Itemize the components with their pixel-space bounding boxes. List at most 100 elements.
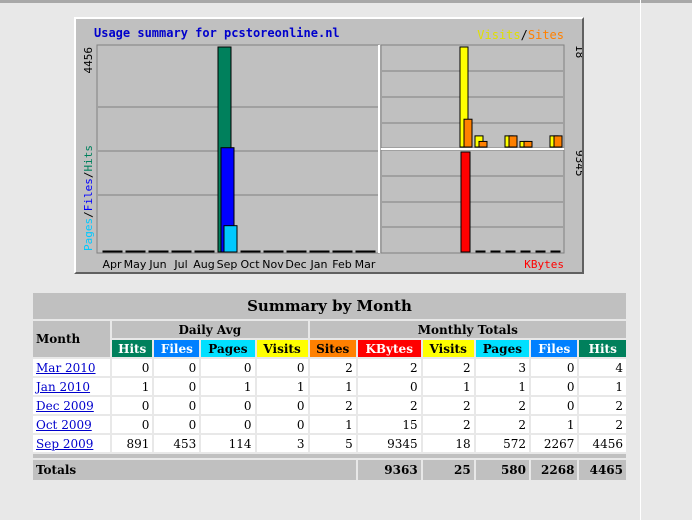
sites-bar <box>463 118 473 148</box>
table-row: Dec 2009 0 0 0 0 2 2 2 2 0 2 <box>30 395 628 416</box>
files-cell: 2267 <box>528 433 580 454</box>
sites-bar <box>508 135 518 148</box>
left-axis-files: Files <box>82 178 95 211</box>
legend-kbytes: KBytes <box>524 258 564 271</box>
legend-sites: Sites <box>528 28 564 42</box>
summary-title: Summary by Month <box>31 291 628 321</box>
hits-cell: 1 <box>577 376 628 397</box>
daily-files-header: Files <box>152 338 202 359</box>
sites-cell: 2 <box>307 357 358 378</box>
monthly-files-header: Files <box>528 338 580 359</box>
table-row: Mar 2010 0 0 0 0 2 2 2 3 0 4 <box>30 357 628 378</box>
sites-cell: 1 <box>307 414 358 435</box>
month-header: Month <box>30 319 113 359</box>
kbytes-cell: 0 <box>355 376 423 397</box>
kbytes-bar <box>535 250 546 253</box>
usage-graph-svg: Apr May Jun Jul Aug Sep Oct Nov Dec Jan Feb Mar Usa… <box>82 26 582 271</box>
daily-visits-cell: 1 <box>254 376 310 397</box>
left-axis-title: Pages/Files/Hits <box>82 145 95 251</box>
daily-pages-cell: 0 <box>199 414 257 435</box>
pages-cell: 3 <box>473 357 532 378</box>
main-panel <box>96 44 380 254</box>
pages-bar <box>154 250 169 253</box>
x-tick-label: May <box>124 258 147 271</box>
totals-label: Totals <box>31 458 358 482</box>
table-row: Sep 2009 891 453 114 3 5 9345 18 572 226… <box>30 433 628 454</box>
kbytes-bar <box>475 250 486 253</box>
hits-cell: 4 <box>577 357 628 378</box>
daily-hits-cell: 1 <box>110 376 155 397</box>
monthly-kbytes-header: KBytes <box>355 338 423 359</box>
month-link[interactable]: Sep 2009 <box>36 437 93 451</box>
kbytes-bar <box>550 250 561 253</box>
month-cell: Jan 2010 <box>30 376 113 397</box>
daily-hits-cell: 0 <box>110 414 155 435</box>
daily-files-cell: 0 <box>152 376 202 397</box>
monthly-sites-header: Sites <box>307 338 358 359</box>
pages-bar <box>246 250 261 253</box>
hits-cell: 2 <box>577 414 628 435</box>
monthly-visits-header: Visits <box>420 338 476 359</box>
visits-cell: 18 <box>420 433 476 454</box>
files-cell: 0 <box>528 357 580 378</box>
pages-bar <box>292 250 307 253</box>
legend-separator: / <box>521 28 528 42</box>
month-link[interactable]: Mar 2010 <box>36 361 96 375</box>
hits-cell: 2 <box>577 395 628 416</box>
monthly-hits-header: Hits <box>577 338 628 359</box>
month-cell: Sep 2009 <box>30 433 113 454</box>
page-edge <box>640 0 641 520</box>
x-tick-label: Jan <box>310 258 328 271</box>
daily-hits-cell: 0 <box>110 357 155 378</box>
right-bottom-axis-max: 9345 <box>573 150 582 177</box>
daily-hits-cell: 891 <box>110 433 155 454</box>
totals-hits: 4465 <box>577 458 628 482</box>
pages-bar <box>108 250 123 253</box>
files-cell: 1 <box>528 414 580 435</box>
daily-visits-cell: 0 <box>254 357 310 378</box>
kbytes-cell: 9345 <box>355 433 423 454</box>
visits-cell: 2 <box>420 395 476 416</box>
left-axis-sep2: / <box>82 172 95 179</box>
table-row: Jan 2010 1 0 1 1 1 0 1 1 0 1 <box>30 376 628 397</box>
kbytes-bar <box>505 250 516 253</box>
pages-cell: 1 <box>473 376 532 397</box>
x-tick-label: Feb <box>332 258 351 271</box>
visits-cell: 1 <box>420 376 476 397</box>
left-axis-sep1: / <box>82 211 95 218</box>
pages-bar <box>200 250 215 253</box>
pages-cell: 2 <box>473 395 532 416</box>
usage-graph: Apr May Jun Jul Aug Sep Oct Nov Dec Jan Feb Mar Usa… <box>74 17 584 274</box>
daily-pages-cell: 0 <box>199 395 257 416</box>
daily-hits-cell: 0 <box>110 395 155 416</box>
x-tick-label: Jul <box>173 258 187 271</box>
month-link[interactable]: Oct 2009 <box>36 418 92 432</box>
month-link[interactable]: Dec 2009 <box>36 399 94 413</box>
sites-cell: 5 <box>307 433 358 454</box>
totals-row: Totals 9363 25 580 2268 4465 <box>31 458 628 482</box>
daily-visits-cell: 3 <box>254 433 310 454</box>
pages-bar <box>131 250 146 253</box>
pages-bar <box>177 250 192 253</box>
month-link[interactable]: Jan 2010 <box>36 380 90 394</box>
pages-cell: 572 <box>473 433 532 454</box>
hits-cell: 4456 <box>577 433 628 454</box>
daily-hits-header: Hits <box>110 338 155 359</box>
kbytes-bar <box>520 250 531 253</box>
daily-files-cell: 453 <box>152 433 202 454</box>
daily-pages-cell: 1 <box>199 376 257 397</box>
x-tick-label: Apr <box>102 258 122 271</box>
legend-visits: Visits <box>477 28 520 42</box>
kbytes-bar <box>490 250 501 253</box>
totals-files: 2268 <box>528 458 580 482</box>
pages-bar <box>269 250 284 253</box>
graph-title: Usage summary for pcstoreonline.nl <box>94 26 340 40</box>
monthly-totals-header: Monthly Totals <box>307 319 629 340</box>
sites-bar <box>478 140 488 148</box>
daily-files-cell: 0 <box>152 357 202 378</box>
top-border <box>0 0 692 3</box>
kbytes-cell: 15 <box>355 414 423 435</box>
totals-visits: 25 <box>420 458 476 482</box>
month-cell: Dec 2009 <box>30 395 113 416</box>
daily-pages-cell: 0 <box>199 357 257 378</box>
